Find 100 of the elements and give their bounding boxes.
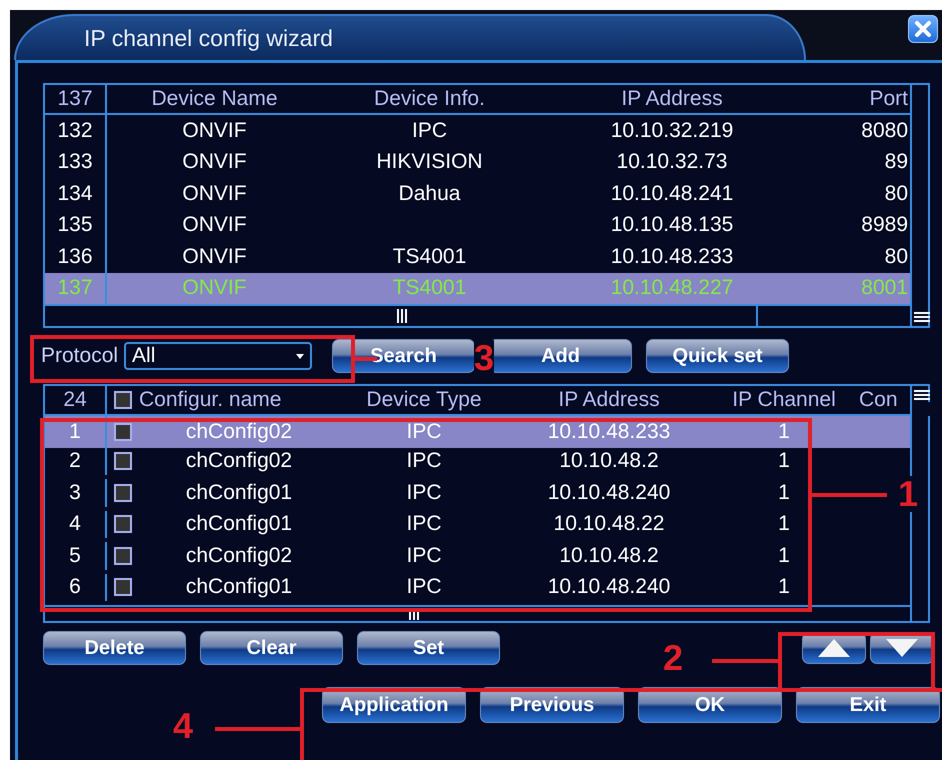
table-cell: 1 [778, 449, 790, 474]
table-cell-text: chConfig02 [184, 544, 294, 568]
table-cell: 1 [778, 575, 790, 600]
column-header: IP Address [620, 87, 724, 111]
callout-number: 3 [474, 340, 494, 376]
column-header: 137 [45, 85, 107, 113]
table-cell-text: ONVIF [181, 244, 248, 269]
table-cell-text: 10.10.48.22 [552, 512, 666, 536]
horizontal-scrollbar[interactable] [45, 605, 910, 621]
checkbox[interactable] [114, 452, 132, 470]
channel-row[interactable]: 5 chConfig02 IPC 10.10.48.2 1 [45, 542, 859, 574]
action-button[interactable]: Set [357, 631, 500, 665]
table-cell-text: IPC [405, 512, 442, 536]
table-cell-text: IPC [405, 420, 442, 444]
vertical-scrollbar[interactable] [910, 85, 928, 326]
table-cell-text: chConfig01 [184, 480, 294, 505]
table-cell-text: chConfig02 [184, 449, 294, 474]
table-cell-text: ONVIF [181, 182, 248, 206]
table-cell-text: IPC [405, 449, 442, 474]
table-cell-text: IPC [405, 544, 442, 568]
table-cell: 134 [45, 178, 107, 210]
table-cell: 1 [45, 416, 107, 448]
checkbox[interactable] [114, 546, 132, 565]
column-header: IP Channel [731, 388, 837, 412]
table-cell-text: 8989 [860, 213, 909, 238]
table-cell: 1 [778, 420, 790, 444]
device-row[interactable]: 132 ONVIF IPC 10.10.32.219 8080 [45, 115, 910, 146]
table-cell: TS4001 [392, 244, 466, 268]
checkbox[interactable] [114, 515, 132, 534]
table-cell-text: IPC [405, 480, 442, 505]
window-title: IP channel config wizard [84, 24, 333, 52]
down-triangle-icon [885, 638, 919, 658]
table-cell-text: 80 [884, 244, 909, 269]
table-cell-text: 89 [884, 150, 909, 174]
channel-row[interactable]: 6 chConfig01 IPC 10.10.48.240 1 [45, 574, 859, 605]
checkbox[interactable] [114, 578, 132, 596]
up-triangle-icon [817, 638, 851, 658]
table-cell: 1 [778, 480, 790, 505]
table-cell-text: 10.10.48.2 [558, 544, 660, 568]
channel-row[interactable]: 2 chConfig02 IPC 10.10.48.2 1 [45, 448, 859, 479]
table-cell-text: 80 [884, 182, 909, 206]
channel-row[interactable]: 4 chConfig01 IPC 10.10.48.22 1 [45, 510, 859, 542]
table-cell-text: 8080 [860, 118, 909, 143]
table-cell-text: chConfig02 [184, 420, 294, 444]
close-icon[interactable] [908, 15, 938, 43]
toolbar-button[interactable]: Search [332, 339, 476, 373]
table-cell-text: 10.10.48.233 [610, 244, 734, 269]
table-cell: 135 [45, 210, 107, 241]
table-cell: 6 [45, 574, 107, 602]
table-cell: Dahua [398, 182, 460, 205]
table-cell-text: ONVIF [181, 276, 248, 300]
table-cell-text: 10.10.48.240 [546, 575, 672, 600]
horizontal-scrollbar[interactable] [45, 304, 910, 326]
table-cell-text: ONVIF [181, 118, 248, 143]
table-cell-text: 8001 [860, 276, 909, 300]
caret-icon [296, 354, 304, 358]
table-cell: 1 [778, 512, 790, 536]
table-cell-text: 10.10.48.240 [546, 480, 672, 505]
checkbox[interactable] [114, 484, 132, 502]
table-cell-text: IPC [405, 575, 442, 600]
table-cell-text: 10.10.48.227 [610, 276, 734, 300]
column-header: Device Name [150, 87, 279, 111]
table-cell: TS4001 [392, 276, 466, 300]
column-header: IP Address [557, 388, 661, 412]
column-header: 24 [45, 386, 107, 414]
device-row[interactable]: 133 ONVIF HIKVISION 10.10.32.73 89 [45, 146, 910, 178]
table-cell: 133 [45, 146, 107, 178]
device-row[interactable]: 134 ONVIF Dahua 10.10.48.241 80 [45, 178, 910, 210]
channel-row[interactable]: 3 chConfig01 IPC 10.10.48.240 1 [45, 479, 859, 510]
table-cell-text: 10.10.32.73 [616, 150, 728, 174]
table-cell: 2 [45, 448, 107, 476]
protocol-label: Protocol [41, 344, 118, 368]
column-header: Port [868, 87, 909, 111]
table-cell: 3 [45, 479, 107, 507]
table-cell-text: 10.10.32.219 [610, 118, 734, 143]
table-cell: 1 [778, 544, 790, 568]
table-cell: 137 [45, 272, 107, 304]
table-cell: 4 [45, 510, 107, 538]
table-cell-text: 10.10.48.233 [546, 420, 672, 444]
table-cell: HIKVISION [376, 150, 483, 174]
checkbox[interactable] [114, 391, 132, 409]
table-cell-text: chConfig01 [184, 575, 294, 600]
table-cell: 132 [45, 115, 107, 146]
table-cell-text: 10.10.48.241 [610, 182, 734, 206]
table-cell-text: ONVIF [181, 150, 248, 174]
column-header: Con [859, 388, 899, 412]
column-header: Configur. name [139, 388, 282, 412]
column-header: Device Type [365, 388, 483, 412]
callout-number: 1 [898, 476, 918, 512]
protocol-dropdown[interactable]: All [124, 342, 312, 370]
table-cell-text: ONVIF [181, 213, 248, 238]
table-cell: 5 [45, 542, 107, 570]
checkbox[interactable] [114, 422, 132, 441]
table-cell-text: chConfig01 [184, 512, 294, 536]
table-cell: IPC [412, 118, 447, 142]
device-row[interactable]: 135 ONVIF 10.10.48.135 8989 [45, 210, 910, 241]
action-button[interactable]: Delete [43, 631, 186, 665]
table-cell-text: 10.10.48.135 [610, 213, 734, 238]
action-button[interactable]: Clear [200, 631, 343, 665]
toolbar-button[interactable]: Quick set [646, 339, 790, 373]
